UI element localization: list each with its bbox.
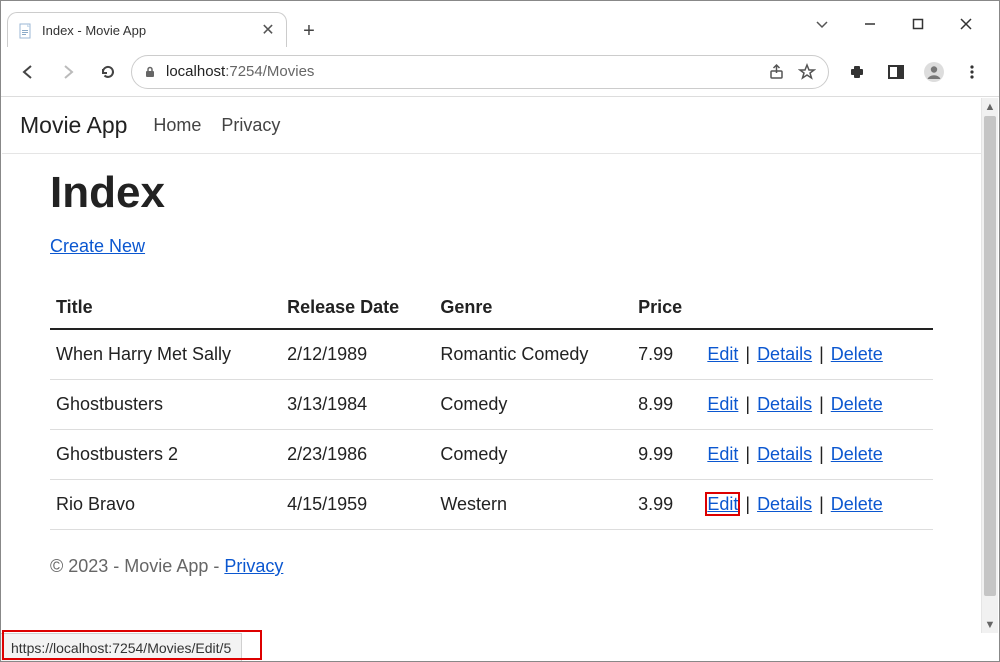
extensions-icon[interactable] [841,55,875,89]
footer: © 2023 - Movie App - Privacy [2,530,981,587]
col-actions [701,287,933,329]
page-title: Index [50,168,933,218]
cell-genre: Comedy [434,380,632,430]
edit-link[interactable]: Edit [707,494,738,514]
edit-link[interactable]: Edit [707,344,738,364]
cell-title: Ghostbusters 2 [50,430,281,480]
close-tab-icon[interactable]: ✕ [260,23,276,39]
cell-date: 2/12/1989 [281,329,434,380]
brand[interactable]: Movie App [20,112,127,139]
sidepanel-icon[interactable] [879,55,913,89]
cell-date: 3/13/1984 [281,380,434,430]
forward-button[interactable] [51,55,85,89]
table-row: When Harry Met Sally2/12/1989Romantic Co… [50,329,933,380]
nav-home[interactable]: Home [153,115,201,136]
cell-title: When Harry Met Sally [50,329,281,380]
app-navbar: Movie App Home Privacy [2,98,981,154]
scroll-up-icon[interactable]: ▲ [982,98,998,115]
chevron-down-icon[interactable] [801,9,843,39]
kebab-menu-icon[interactable] [955,55,989,89]
create-new-link[interactable]: Create New [50,236,145,256]
browser-titlebar: Index - Movie App ✕ + [1,1,999,47]
cell-genre: Comedy [434,430,632,480]
window-controls [801,9,991,47]
tab-title: Index - Movie App [42,23,260,38]
cell-date: 2/23/1986 [281,430,434,480]
viewport: Movie App Home Privacy Index Create New … [2,98,998,633]
share-icon[interactable] [766,61,788,83]
cell-date: 4/15/1959 [281,480,434,530]
cell-title: Ghostbusters [50,380,281,430]
cell-actions: Edit | Details | Delete [701,329,933,380]
back-button[interactable] [11,55,45,89]
col-genre: Genre [434,287,632,329]
toolbar-right [841,55,989,89]
details-link[interactable]: Details [757,394,812,414]
cell-actions: Edit | Details | Delete [701,430,933,480]
scroll-down-icon[interactable]: ▼ [982,616,998,633]
browser-tab[interactable]: Index - Movie App ✕ [7,12,287,48]
reload-button[interactable] [91,55,125,89]
cell-price: 9.99 [632,430,701,480]
cell-price: 7.99 [632,329,701,380]
table-row: Ghostbusters 22/23/1986Comedy9.99Edit | … [50,430,933,480]
col-title: Title [50,287,281,329]
profile-icon[interactable] [917,55,951,89]
table-row: Ghostbusters3/13/1984Comedy8.99Edit | De… [50,380,933,430]
delete-link[interactable]: Delete [831,444,883,464]
details-link[interactable]: Details [757,444,812,464]
close-window-icon[interactable] [945,9,987,39]
edit-link[interactable]: Edit [707,444,738,464]
cell-actions: Edit | Details | Delete [701,480,933,530]
footer-text: © 2023 - Movie App - [50,556,224,576]
cell-genre: Western [434,480,632,530]
cell-actions: Edit | Details | Delete [701,380,933,430]
maximize-icon[interactable] [897,9,939,39]
status-url: https://localhost:7254/Movies/Edit/5 [11,640,231,656]
cell-title: Rio Bravo [50,480,281,530]
minimize-icon[interactable] [849,9,891,39]
col-price: Price [632,287,701,329]
footer-privacy-link[interactable]: Privacy [224,556,283,576]
page-favicon [18,23,34,39]
delete-link[interactable]: Delete [831,494,883,514]
scroll-thumb[interactable] [984,116,996,596]
delete-link[interactable]: Delete [831,344,883,364]
edit-link[interactable]: Edit [707,394,738,414]
cell-price: 3.99 [632,480,701,530]
cell-price: 8.99 [632,380,701,430]
table-header-row: Title Release Date Genre Price [50,287,933,329]
status-bar: https://localhost:7254/Movies/Edit/5 [1,633,242,661]
movies-table: Title Release Date Genre Price When Harr… [50,287,933,530]
vertical-scrollbar[interactable]: ▲ ▼ [981,98,998,633]
lock-icon [142,64,158,80]
nav-privacy[interactable]: Privacy [221,115,280,136]
browser-toolbar: localhost:7254/Movies [1,47,999,97]
details-link[interactable]: Details [757,494,812,514]
page-content: Movie App Home Privacy Index Create New … [2,98,981,633]
cell-genre: Romantic Comedy [434,329,632,380]
address-bar[interactable]: localhost:7254/Movies [131,55,829,89]
new-tab-button[interactable]: + [293,15,325,47]
details-link[interactable]: Details [757,344,812,364]
star-icon[interactable] [796,61,818,83]
delete-link[interactable]: Delete [831,394,883,414]
table-row: Rio Bravo4/15/1959Western3.99Edit | Deta… [50,480,933,530]
url-text: localhost:7254/Movies [166,63,314,80]
col-release-date: Release Date [281,287,434,329]
